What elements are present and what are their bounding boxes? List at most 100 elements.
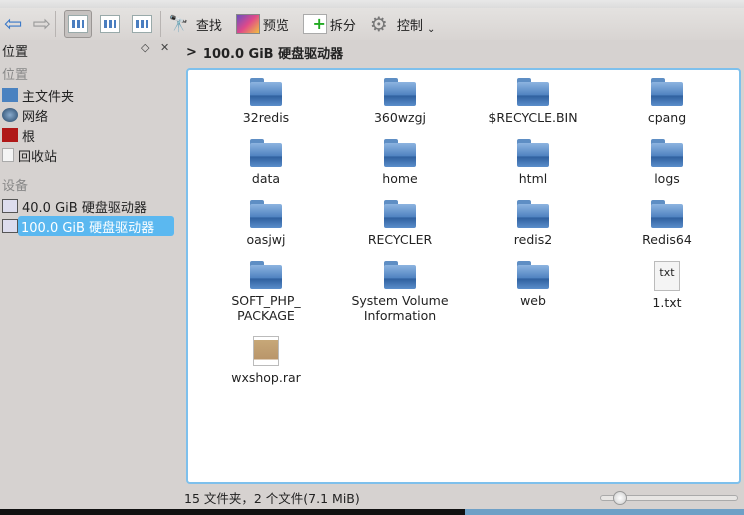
chevron-right-icon: > xyxy=(186,44,197,60)
devices-header: 设备 xyxy=(2,179,29,194)
sidebar-item-network[interactable]: 网络 xyxy=(0,105,176,125)
file-view[interactable]: 32redis 360wzgj $RECYCLE.BIN cpang data home h… xyxy=(186,68,741,484)
file-item[interactable]: home xyxy=(340,139,460,186)
file-item[interactable]: $RECYCLE.BIN xyxy=(473,78,593,125)
places-header: 位置 xyxy=(2,68,29,83)
separator xyxy=(54,11,56,37)
close-panel-button[interactable]: ✕ xyxy=(160,41,169,54)
preview-label: 预览 xyxy=(262,18,289,34)
file-name: logs xyxy=(654,171,680,186)
forward-button[interactable]: ⇨ xyxy=(26,10,50,38)
title-bar xyxy=(0,0,744,8)
folder-icon xyxy=(384,261,416,289)
hard-drive-icon xyxy=(2,199,18,213)
folder-icon xyxy=(384,139,416,167)
sidebar-item-trash[interactable]: 回收站 xyxy=(0,145,176,165)
file-name: 1.txt xyxy=(652,295,682,310)
file-item[interactable]: logs xyxy=(607,139,727,186)
folder-icon xyxy=(517,78,549,106)
binoculars-icon: 🔭 xyxy=(168,14,189,33)
folder-icon xyxy=(651,78,683,106)
breadcrumb-current[interactable]: 100.0 GiB 硬盘驱动器 xyxy=(203,43,343,62)
find-label: 查找 xyxy=(195,18,222,34)
folder-icon xyxy=(250,261,282,289)
icons-view-button[interactable] xyxy=(63,10,92,38)
sidebar-item-label: 40.0 GiB 硬盘驱动器 xyxy=(22,200,147,216)
folder-icon xyxy=(384,200,416,228)
back-button[interactable]: ⇦ xyxy=(4,10,22,38)
file-name: cpang xyxy=(647,110,687,125)
sidebar-item-label: 网络 xyxy=(22,109,49,125)
control-button[interactable]: ⚙ 控制 ⌄ xyxy=(370,10,435,38)
details-view-button[interactable] xyxy=(96,10,124,38)
sidebar-item-label: 回收站 xyxy=(18,149,58,165)
details-view-icon xyxy=(99,15,120,33)
sidebar-item-label: 100.0 GiB 硬盘驱动器 xyxy=(21,220,155,236)
folder-icon xyxy=(651,200,683,228)
red-folder-icon xyxy=(2,128,18,142)
file-item[interactable]: System Volume Information xyxy=(340,261,460,323)
preview-icon xyxy=(235,14,260,34)
sidebar-item-drive-40[interactable]: 40.0 GiB 硬盘驱动器 xyxy=(0,196,176,216)
breadcrumb[interactable]: >100.0 GiB 硬盘驱动器 xyxy=(186,42,343,62)
file-name: wxshop.rar xyxy=(231,370,301,385)
split-button[interactable]: + 拆分 xyxy=(302,10,356,38)
folder-icon xyxy=(250,200,282,228)
folder-icon xyxy=(384,78,416,106)
file-item[interactable]: cpang xyxy=(607,78,727,125)
split-label: 拆分 xyxy=(329,18,356,34)
file-name: SOFT_PHP_ PACKAGE xyxy=(231,293,301,323)
file-item[interactable]: web xyxy=(473,261,593,308)
float-panel-button[interactable]: ◇ xyxy=(141,41,149,54)
taskbar-strip xyxy=(0,509,744,515)
file-name: html xyxy=(518,171,548,186)
file-name: 360wzgj xyxy=(373,110,427,125)
trash-icon xyxy=(2,148,14,162)
panel-title: 位置 xyxy=(2,45,29,60)
sidebar-item-home[interactable]: 主文件夹 xyxy=(0,85,176,105)
columns-view-icon xyxy=(131,15,152,33)
file-item[interactable]: html xyxy=(473,139,593,186)
sidebar-item-drive-100[interactable]: 100.0 GiB 硬盘驱动器 xyxy=(18,216,174,236)
toolbar: ⇦ ⇨ 🔭 查找 预览 + 拆分 ⚙ 控制 ⌄ xyxy=(0,8,744,40)
file-item[interactable]: 360wzgj xyxy=(340,78,460,125)
folder-icon xyxy=(250,78,282,106)
zoom-slider[interactable] xyxy=(600,491,738,505)
file-item[interactable]: wxshop.rar xyxy=(206,336,326,385)
file-name: 32redis xyxy=(242,110,290,125)
file-name: System Volume Information xyxy=(351,293,449,323)
file-name: Redis64 xyxy=(642,232,692,247)
file-name: RECYCLER xyxy=(367,232,433,247)
arrow-left-icon: ⇦ xyxy=(4,11,23,37)
file-name: redis2 xyxy=(513,232,553,247)
arrow-right-icon: ⇨ xyxy=(32,11,51,37)
file-item[interactable]: oasjwj xyxy=(206,200,326,247)
folder-icon xyxy=(250,139,282,167)
archive-icon xyxy=(253,336,279,366)
file-name: oasjwj xyxy=(246,232,286,247)
file-item[interactable]: 32redis xyxy=(206,78,326,125)
places-panel: 位置 ◇ ✕ 位置 主文件夹 网络 根 回收站 设备 40.0 GiB 硬盘驱动… xyxy=(0,40,180,485)
file-item[interactable]: redis2 xyxy=(473,200,593,247)
find-button[interactable]: 🔭 查找 xyxy=(169,10,222,38)
split-icon: + xyxy=(302,14,327,34)
control-label: 控制 xyxy=(396,18,423,34)
file-name: web xyxy=(520,293,546,308)
sidebar-item-root[interactable]: 根 xyxy=(0,125,176,145)
zoom-slider-handle[interactable] xyxy=(613,491,628,505)
folder-icon xyxy=(517,200,549,228)
file-item[interactable]: txt 1.txt xyxy=(607,261,727,310)
file-name: home xyxy=(382,171,418,186)
hard-drive-icon xyxy=(2,219,18,233)
file-name: $RECYCLE.BIN xyxy=(488,110,578,125)
sidebar-item-label: 主文件夹 xyxy=(22,89,75,105)
file-item[interactable]: RECYCLER xyxy=(340,200,460,247)
icons-view-icon xyxy=(67,15,88,33)
file-item[interactable]: SOFT_PHP_ PACKAGE xyxy=(206,261,326,323)
file-item[interactable]: data xyxy=(206,139,326,186)
file-name: data xyxy=(251,171,281,186)
file-item[interactable]: Redis64 xyxy=(607,200,727,247)
preview-button[interactable]: 预览 xyxy=(235,10,289,38)
columns-view-button[interactable] xyxy=(128,10,156,38)
gear-icon: ⚙ xyxy=(369,12,388,36)
